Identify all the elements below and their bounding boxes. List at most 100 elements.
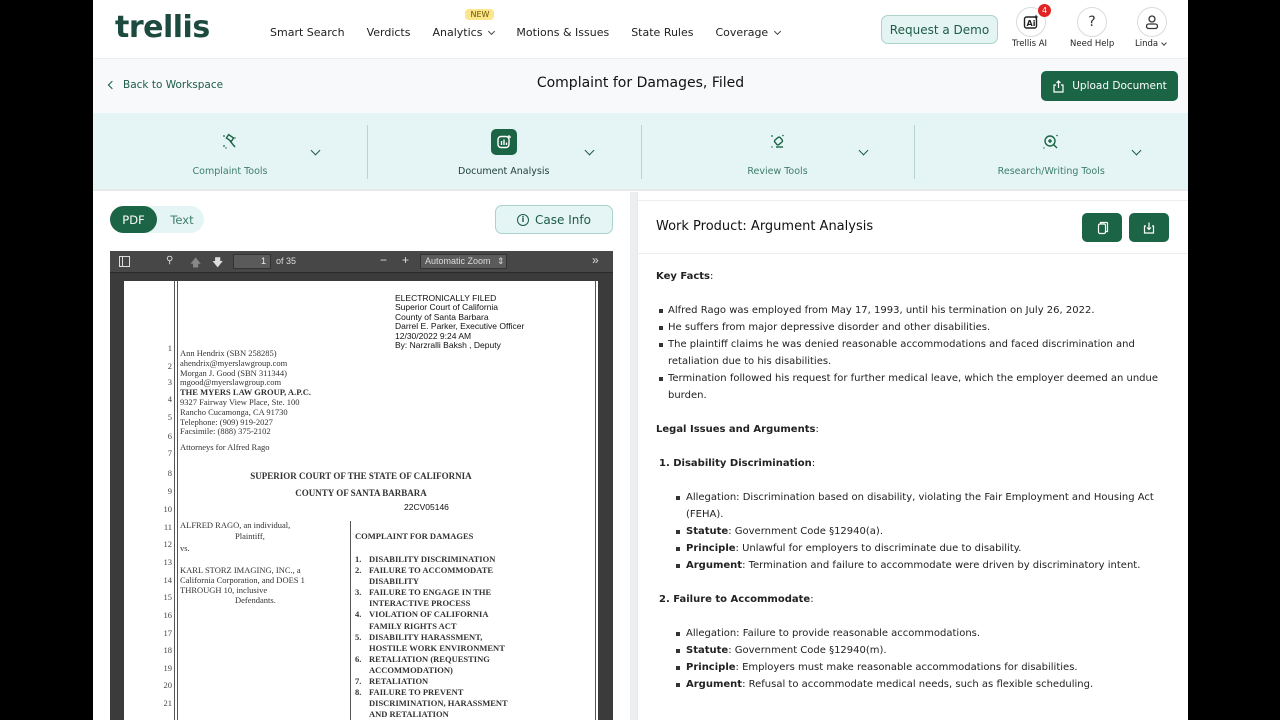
chevron-down-icon[interactable] — [1131, 145, 1142, 156]
text-toggle-button[interactable]: Text — [160, 206, 204, 233]
allegation-item: Allegation: Failure to provide reasonabl… — [674, 625, 1176, 642]
item-label: Principle — [686, 662, 736, 673]
zoom-in-icon[interactable]: + — [402, 253, 409, 267]
item-value: : Termination and failure to accommodate… — [742, 560, 1141, 571]
line-number: 19 — [163, 663, 173, 673]
notification-badge: 4 — [1038, 4, 1051, 17]
nav-links: Smart Search Verdicts NEW Analytics Moti… — [270, 9, 802, 39]
case-info-button[interactable]: i Case Info — [495, 205, 613, 234]
svg-text:Ai: Ai — [1027, 19, 1036, 28]
nav-coverage[interactable]: Coverage — [716, 26, 782, 39]
line-number: 20 — [163, 680, 173, 690]
chevron-down-icon[interactable] — [310, 145, 321, 156]
work-product-header: Work Product: Argument Analysis — [638, 200, 1188, 254]
argument-item: Argument: Refusal to accommodate medical… — [674, 676, 1176, 693]
user-icon — [1145, 15, 1159, 30]
item-value: : Unlawful for employers to discriminate… — [735, 543, 1022, 554]
trellis-logo[interactable]: trellis — [115, 10, 210, 45]
info-icon: i — [517, 213, 530, 226]
tab-review-tools[interactable]: Review Tools — [640, 113, 915, 189]
nav-verdicts[interactable]: Verdicts — [367, 26, 411, 39]
line-number: 21 — [163, 698, 173, 708]
select-arrows-icon: ⇕ — [497, 256, 505, 266]
tool-label: Review Tools — [747, 166, 808, 177]
item-label: Statute — [686, 645, 729, 656]
page-number-input[interactable]: 1 — [233, 254, 271, 269]
nav-label: Verdicts — [366, 26, 411, 39]
app-window: trellis Smart Search Verdicts NEW Analyt… — [93, 0, 1188, 720]
caption-divider — [350, 521, 351, 720]
request-demo-button[interactable]: Request a Demo — [881, 15, 998, 44]
pdf-toggle-button[interactable]: PDF — [110, 206, 157, 233]
help-label: Need Help — [1070, 39, 1115, 49]
upload-document-button[interactable]: Upload Document — [1041, 71, 1178, 101]
search-plus-icon — [1038, 129, 1064, 155]
defendant-block: KARL STORZ IMAGING, INC., a California Co… — [180, 565, 305, 595]
issue-details: Allegation: Discrimination based on disa… — [656, 489, 1176, 574]
chevron-down-icon[interactable] — [858, 145, 868, 156]
item-label: Statute — [686, 526, 729, 537]
pane-resize-handle[interactable] — [630, 192, 637, 720]
new-badge: NEW — [465, 9, 495, 20]
work-product-pane: Work Product: Argument Analysis Key Fact… — [637, 192, 1188, 720]
page-margin-line — [174, 281, 175, 720]
nav-motions-issues[interactable]: Motions & Issues — [516, 26, 609, 39]
line-number: 16 — [163, 610, 173, 620]
nav-analytics[interactable]: NEW Analytics — [432, 9, 496, 39]
tool-label: Complaint Tools — [192, 166, 268, 177]
defendant-role: Defendants. — [235, 595, 276, 605]
plaintiff-role: Plaintiff, — [235, 531, 265, 541]
nav-state-rules[interactable]: State Rules — [631, 26, 693, 39]
cause-of-action-line: 5. DISABILITY HARASSMENT, — [355, 631, 483, 642]
tab-research-writing-tools[interactable]: Research/Writing Tools — [914, 113, 1188, 189]
trellis-ai-label: Trellis AI — [1012, 39, 1048, 49]
help-button[interactable]: ? — [1077, 7, 1107, 37]
cause-of-action-line: 7. RETALIATION — [355, 676, 429, 687]
user-label[interactable]: Linda — [1135, 39, 1167, 49]
more-tools-icon[interactable]: » — [592, 253, 599, 267]
download-button[interactable] — [1129, 213, 1169, 242]
copy-button[interactable] — [1082, 213, 1122, 242]
pdf-viewer: ⚲ 🡅 🡇 1 of 35 − + Automatic Zoom ⇕ » 123… — [110, 251, 613, 720]
zoom-out-icon[interactable]: − — [380, 253, 387, 267]
next-page-icon[interactable]: 🡇 — [212, 254, 223, 273]
cause-of-action-line: ACCOMMODATION) — [369, 664, 453, 675]
tab-complaint-tools[interactable]: Complaint Tools — [93, 113, 367, 189]
user-menu-button[interactable] — [1137, 7, 1167, 37]
heading-text: 2. Failure to Accommodate — [659, 594, 811, 605]
line-number: 12 — [163, 539, 173, 549]
nav-smart-search[interactable]: Smart Search — [270, 26, 345, 39]
attorney-block: Ann Hendrix (SBN 258285) ahendrix@myersla… — [180, 348, 311, 437]
cause-of-action-line: HOSTILE WORK ENVIRONMENT — [369, 642, 505, 653]
trellis-ai-button[interactable]: Ai 4 — [1016, 4, 1051, 37]
nav-label: Smart Search — [270, 26, 345, 39]
issue-heading: 1. Disability Discrimination: — [659, 458, 816, 469]
chevron-down-icon[interactable] — [584, 145, 595, 156]
cause-of-action-line: 2. FAILURE TO ACCOMMODATE — [355, 565, 494, 576]
sidebar-toggle-icon[interactable] — [119, 256, 130, 269]
cause-of-action-line: 8. FAILURE TO PREVENT — [355, 687, 464, 698]
chevron-down-icon — [488, 27, 496, 35]
tab-document-analysis[interactable]: Document Analysis — [366, 113, 641, 189]
plaintiff-name: ALFRED RAGO, an individual, — [180, 520, 291, 530]
previous-page-icon[interactable]: 🡅 — [190, 254, 201, 273]
cause-of-action-line: FAMILY RIGHTS ACT — [369, 620, 457, 631]
pdf-text-line: Facsimile: (888) 375-2102 — [180, 426, 271, 437]
copy-icon — [1097, 221, 1109, 234]
tool-label: Document Analysis — [458, 166, 550, 177]
line-number: 6 — [167, 431, 172, 441]
attorneys-for: Attorneys for Alfred Rago — [180, 442, 270, 452]
heading-text: 1. Disability Discrimination — [659, 458, 812, 469]
issue-details: Allegation: Failure to provide reasonabl… — [656, 625, 1176, 693]
pdf-search-icon[interactable]: ⚲ — [166, 255, 173, 266]
legal-issues-heading: Legal Issues and Arguments: — [656, 424, 819, 435]
zoom-select[interactable]: Automatic Zoom ⇕ — [420, 254, 507, 269]
cause-of-action-line: 6. RETALIATION (REQUESTING — [355, 653, 490, 664]
argument-item: Argument: Termination and failure to acc… — [674, 557, 1176, 574]
line-number: 5 — [167, 412, 172, 422]
tool-label: Research/Writing Tools — [997, 166, 1105, 177]
work-product-title: Work Product: Argument Analysis — [656, 219, 874, 234]
item-label: Argument — [686, 560, 743, 571]
chevron-down-icon — [774, 27, 782, 35]
cause-of-action-line: INTERACTIVE PROCESS — [369, 598, 471, 609]
